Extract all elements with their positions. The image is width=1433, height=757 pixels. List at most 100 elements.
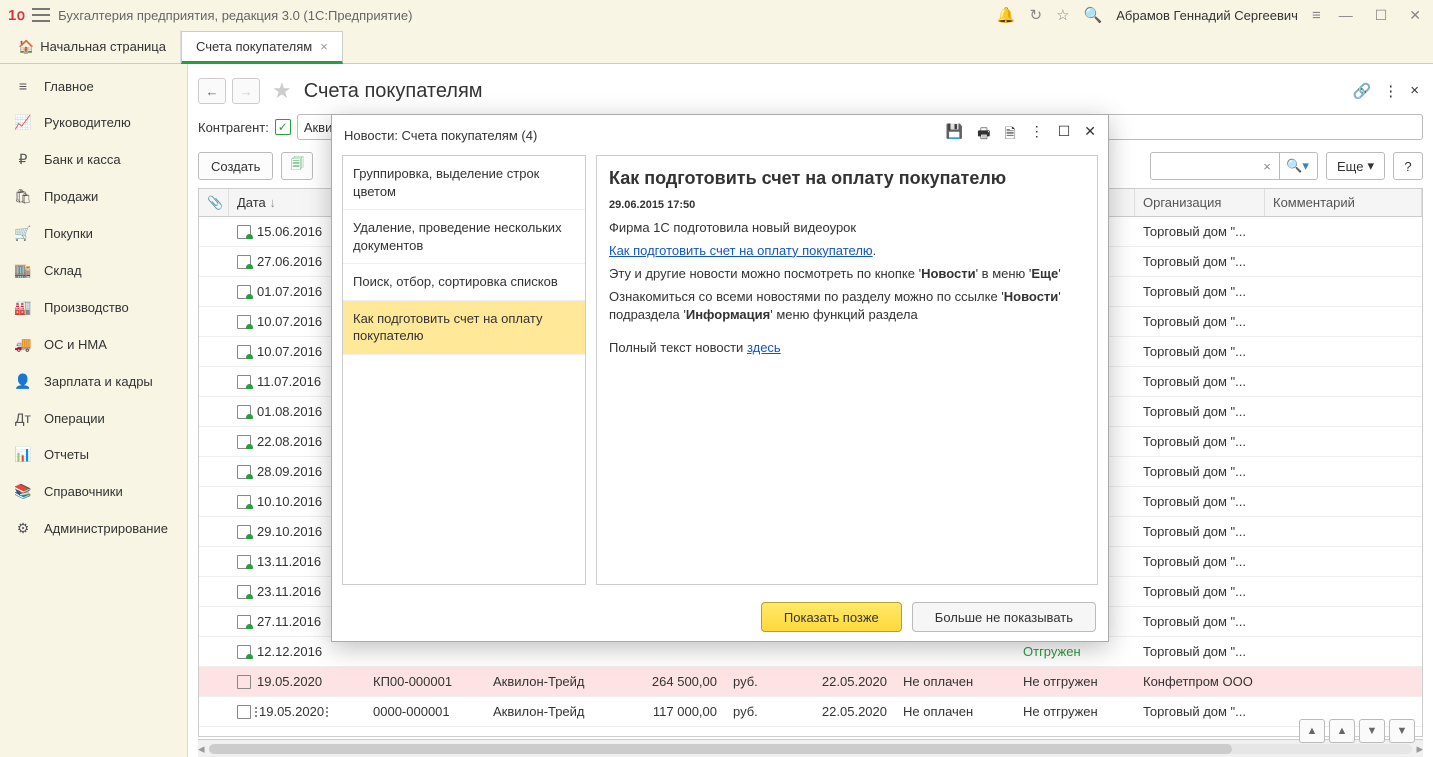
sidebar-item-3[interactable]: 🛍 Продажи (0, 178, 187, 215)
nav-label: Покупки (44, 226, 93, 241)
forward-button[interactable]: → (232, 78, 260, 104)
tab-home[interactable]: 🏠 Начальная страница (4, 30, 181, 63)
nav-label: Склад (44, 263, 82, 278)
document-icon (237, 525, 251, 539)
star-icon[interactable]: ☆ (1056, 6, 1069, 24)
col-attach[interactable]: 📎 (199, 189, 229, 216)
page-down-button[interactable]: ▼ (1359, 719, 1385, 743)
close-icon[interactable]: ✕ (1084, 123, 1096, 147)
link-icon[interactable]: 🔗 (1353, 82, 1372, 100)
page-up-button[interactable]: ▲ (1329, 719, 1355, 743)
table-row[interactable]: 19.05.2020КП00-000001Аквилон-Трейд264 50… (199, 667, 1422, 697)
col-comment[interactable]: Комментарий (1265, 189, 1422, 216)
create-button[interactable]: Создать (198, 152, 273, 180)
close-icon[interactable]: × (1410, 82, 1419, 100)
tab-current[interactable]: Счета покупателям × (181, 31, 343, 64)
news-link-1[interactable]: Как подготовить счет на оплату покупател… (609, 243, 873, 258)
modal-title: Новости: Счета покупателям (4) (344, 128, 537, 143)
nav-label: Продажи (44, 189, 98, 204)
news-p1: Фирма 1С подготовила новый видеоурок (609, 219, 1085, 238)
nav-label: Производство (44, 300, 129, 315)
page-top-button[interactable]: ▲ (1299, 719, 1325, 743)
sidebar-item-8[interactable]: 👤Зарплата и кадры (0, 363, 187, 400)
sidebar-item-10[interactable]: 📊Отчеты (0, 436, 187, 473)
page-title: Счета покупателям (304, 80, 483, 103)
news-modal: Новости: Счета покупателям (4) 💾 🖶 🗎 ⋮ ☐… (331, 114, 1109, 642)
settings-icon[interactable]: ≡ (1312, 7, 1321, 24)
news-list-item[interactable]: Поиск, отбор, сортировка списков (343, 264, 585, 301)
menu-icon[interactable] (32, 8, 50, 22)
page-bottom-button[interactable]: ▼ (1389, 719, 1415, 743)
nav-icon: 📚 (14, 483, 32, 500)
logo-1c: 1൦ (8, 7, 24, 24)
home-icon: 🏠 (18, 39, 34, 55)
window-close-icon[interactable]: ✕ (1405, 7, 1425, 24)
nav-label: Банк и касса (44, 152, 121, 167)
sidebar-item-9[interactable]: ДтОперации (0, 400, 187, 436)
document-icon (237, 615, 251, 629)
document-icon (237, 465, 251, 479)
copy-button[interactable]: 🗐 (281, 152, 313, 180)
nav-label: Операции (44, 411, 105, 426)
news-list-item[interactable]: Как подготовить счет на оплату покупател… (343, 301, 585, 355)
favorite-toggle-icon[interactable]: ★ (272, 78, 292, 104)
sidebar-item-11[interactable]: 📚Справочники (0, 473, 187, 510)
save-icon[interactable]: 💾 (946, 123, 963, 147)
sidebar-item-7[interactable]: 🚚 ОС и НМА (0, 326, 187, 363)
table-row[interactable]: 19.05.20200000-000001Аквилон-Трейд117 00… (199, 697, 1422, 727)
nav-label: Зарплата и кадры (44, 374, 153, 389)
show-later-button[interactable]: Показать позже (761, 602, 902, 632)
help-button[interactable]: ? (1393, 152, 1423, 180)
sidebar-item-12[interactable]: ⚙Администрирование (0, 510, 187, 547)
nav-icon: 🛍 (14, 188, 32, 205)
window-maximize-icon[interactable]: ☐ (1371, 7, 1392, 24)
document-icon (237, 255, 251, 269)
back-button[interactable]: ← (198, 78, 226, 104)
bell-icon[interactable]: 🔔 (997, 6, 1016, 24)
nav-icon: 🚚 (14, 336, 32, 353)
horizontal-scrollbar[interactable]: ◂▸ (198, 739, 1423, 757)
maximize-icon[interactable]: ☐ (1058, 123, 1071, 147)
document-icon (237, 315, 251, 329)
document-icon (237, 645, 251, 659)
user-name[interactable]: Абрамов Геннадий Сергеевич (1116, 8, 1298, 23)
news-list-item[interactable]: Группировка, выделение строк цветом (343, 156, 585, 210)
search-icon[interactable]: 🔍 (1084, 6, 1103, 24)
document-icon (237, 285, 251, 299)
filter-checkbox[interactable]: ✓ (275, 119, 291, 135)
nav-icon: 📈 (14, 114, 32, 131)
news-timestamp: 29.06.2015 17:50 (609, 199, 1085, 211)
kebab-icon[interactable]: ⋮ (1030, 123, 1044, 147)
window-minimize-icon[interactable]: — (1335, 7, 1357, 23)
nav-label: ОС и НМА (44, 337, 107, 352)
col-org[interactable]: Организация (1135, 189, 1265, 216)
print-icon[interactable]: 🖶 (977, 123, 990, 147)
nav-icon: ⚙ (14, 520, 32, 537)
tab-home-label: Начальная страница (40, 39, 166, 54)
nav-label: Руководителю (44, 115, 131, 130)
document-icon (237, 435, 251, 449)
clear-search-icon[interactable]: × (1256, 155, 1278, 177)
sidebar-item-5[interactable]: 🏬Склад (0, 252, 187, 289)
sidebar-item-4[interactable]: 🛒Покупки (0, 215, 187, 252)
dont-show-button[interactable]: Больше не показывать (912, 602, 1096, 632)
sidebar-item-1[interactable]: 📈 Руководителю (0, 104, 187, 141)
sidebar-item-6[interactable]: 🏭Производство (0, 289, 187, 326)
news-p2: Эту и другие новости можно посмотреть по… (609, 265, 1085, 284)
sidebar-item-2[interactable]: ₽Банк и касса (0, 141, 187, 178)
sidebar-item-0[interactable]: ≡Главное (0, 68, 187, 104)
news-list: Группировка, выделение строк цветомУдале… (342, 155, 586, 585)
close-icon[interactable]: × (320, 39, 328, 54)
kebab-icon[interactable]: ⋮ (1383, 82, 1398, 100)
news-list-item[interactable]: Удаление, проведение нескольких документ… (343, 210, 585, 264)
tab-label: Счета покупателям (196, 39, 312, 54)
title-bar: 1൦ Бухгалтерия предприятия, редакция 3.0… (0, 0, 1433, 30)
more-button[interactable]: Еще▾ (1326, 152, 1385, 180)
document-icon (237, 675, 251, 689)
preview-icon[interactable]: 🗎 (1004, 123, 1015, 147)
history-icon[interactable]: ↻ (1030, 6, 1043, 24)
document-icon (237, 555, 251, 569)
news-link-2[interactable]: здесь (747, 340, 781, 355)
nav-icon: 📊 (14, 446, 32, 463)
search-button[interactable]: 🔍▾ (1278, 152, 1318, 180)
